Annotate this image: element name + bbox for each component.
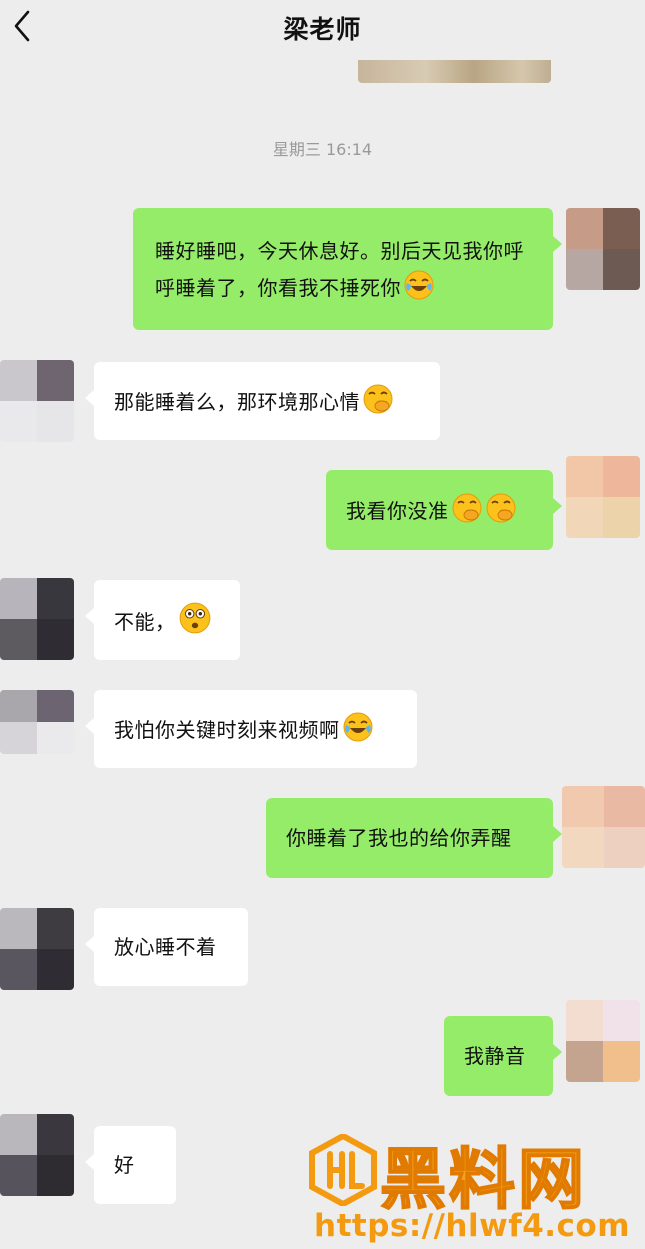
contact-avatar[interactable] <box>0 360 74 442</box>
message-text: 我静音 <box>464 1044 526 1068</box>
chat-header: 梁老师 <box>0 0 645 56</box>
chat-title: 梁老师 <box>283 15 362 44</box>
my-avatar[interactable] <box>566 456 640 538</box>
giggle-emoji-icon <box>363 384 393 413</box>
astonished-emoji-icon <box>179 602 210 633</box>
message-text: 不能， <box>114 601 212 640</box>
contact-avatar[interactable] <box>0 908 74 990</box>
message-text: 我看你没准 <box>346 492 517 529</box>
laugh-cry-emoji-icon <box>343 712 372 741</box>
previous-image-message[interactable] <box>358 60 551 83</box>
message-bubble-incoming[interactable]: 不能， <box>85 580 240 660</box>
contact-avatar[interactable] <box>0 1114 74 1196</box>
message-text: 好 <box>114 1153 135 1177</box>
laugh-cry-emoji-icon <box>404 270 434 299</box>
message-bubble-incoming[interactable]: 放心睡不着 <box>85 908 248 986</box>
message-bubble-outgoing[interactable]: 我看你没准 <box>326 470 562 550</box>
message-text: 放心睡不着 <box>114 935 217 959</box>
message-bubble-outgoing[interactable]: 睡好睡吧，今天休息好。别后天见我你呼呼睡着了，你看我不捶死你 <box>133 208 562 330</box>
hl-logo-icon <box>309 1134 377 1206</box>
my-avatar[interactable] <box>566 208 640 290</box>
contact-avatar[interactable] <box>0 690 74 754</box>
my-avatar[interactable] <box>566 1000 640 1082</box>
message-timestamp: 星期三 16:14 <box>272 140 373 159</box>
message-text: 我怕你关键时刻来视频啊 <box>114 711 374 748</box>
watermark-url: https://hlwf4.com <box>314 1208 631 1244</box>
contact-avatar[interactable] <box>0 578 74 660</box>
message-bubble-incoming[interactable]: 那能睡着么，那环境那心情 <box>85 362 440 440</box>
my-avatar[interactable] <box>562 786 645 868</box>
message-bubble-incoming[interactable]: 我怕你关键时刻来视频啊 <box>85 690 417 768</box>
giggle-emoji-icon <box>486 493 515 522</box>
site-watermark: 黑料网 https://hlwf4.com <box>302 1130 642 1248</box>
message-bubble-outgoing[interactable]: 我静音 <box>444 1016 562 1096</box>
message-text: 你睡着了我也的给你弄醒 <box>286 826 512 850</box>
message-text: 那能睡着么，那环境那心情 <box>114 383 394 420</box>
message-text: 睡好睡吧，今天休息好。别后天见我你呼呼睡着了，你看我不捶死你 <box>155 238 524 300</box>
giggle-emoji-icon <box>452 493 481 522</box>
message-bubble-outgoing[interactable]: 你睡着了我也的给你弄醒 <box>266 798 562 878</box>
message-bubble-incoming[interactable]: 好 <box>85 1126 176 1204</box>
